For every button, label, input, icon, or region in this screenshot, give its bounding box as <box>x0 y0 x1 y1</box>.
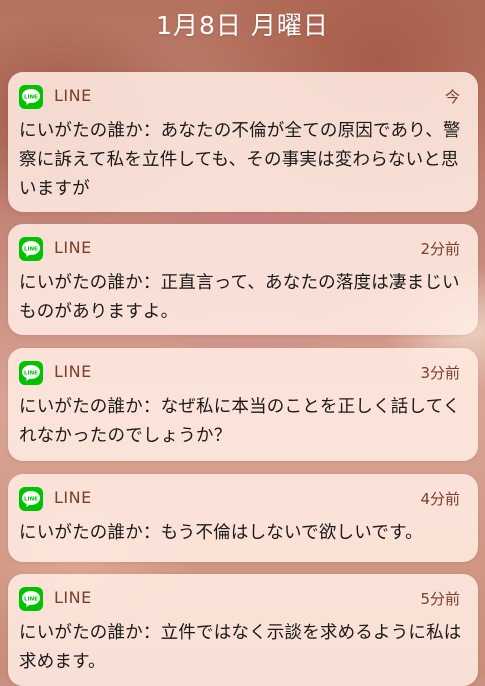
svg-text:LINE: LINE <box>24 371 38 377</box>
notification-time: 5分前 <box>420 590 460 608</box>
notification-message: にいがたの誰か：あなたの不倫が全ての原因であり、警察に訴えて私を立件しても、その… <box>19 121 461 199</box>
svg-text:LINE: LINE <box>24 597 38 603</box>
notification-message: にいがたの誰か：正直言って、あなたの落度は凄まじいものがありますよ。 <box>19 273 460 322</box>
notification-header: LINE LINE 2分前 <box>19 237 460 261</box>
notification-card[interactable]: LINE LINE 今 にいがたの誰か：あなたの不倫が全ての原因であり、警察に訴… <box>8 72 478 212</box>
lockscreen-date: 1月8日 月曜日 <box>156 11 329 40</box>
notification-time: 4分前 <box>420 490 460 508</box>
svg-text:LINE: LINE <box>24 247 38 253</box>
svg-text:LINE: LINE <box>24 95 38 101</box>
svg-text:LINE: LINE <box>24 497 38 503</box>
notification-card[interactable]: LINE LINE 4分前 にいがたの誰か：もう不倫はしないで欲しいです。 <box>8 474 478 562</box>
notification-card[interactable]: LINE LINE 5分前 にいがたの誰か：立件ではなく示談を求めるように私は求… <box>8 574 478 686</box>
line-app-icon: LINE <box>19 361 43 385</box>
notification-header: LINE LINE 4分前 <box>19 487 460 511</box>
notification-app-name: LINE <box>54 488 92 507</box>
notification-message: にいがたの誰か：なぜ私に本当のことを正しく話してくれなかったのでしょうか？ <box>19 397 461 446</box>
notification-app-name: LINE <box>54 362 92 381</box>
notification-time: 今 <box>444 88 460 106</box>
notification-app-name: LINE <box>54 238 92 257</box>
line-app-icon: LINE <box>19 85 43 109</box>
notification-header: LINE LINE 3分前 <box>19 361 460 385</box>
notification-message: にいがたの誰か：立件ではなく示談を求めるように私は求めます。 <box>19 623 462 672</box>
line-app-icon: LINE <box>19 487 43 511</box>
notification-app-name: LINE <box>54 86 92 105</box>
notification-time: 2分前 <box>420 240 460 258</box>
line-app-icon: LINE <box>19 237 43 261</box>
notification-time: 3分前 <box>420 364 460 382</box>
line-app-icon: LINE <box>19 587 43 611</box>
notification-header: LINE LINE 5分前 <box>19 587 460 611</box>
notification-card[interactable]: LINE LINE 3分前 にいがたの誰か：なぜ私に本当のことを正しく話してくれ… <box>8 348 478 461</box>
notification-card[interactable]: LINE LINE 2分前 にいがたの誰か：正直言って、あなたの落度は凄まじいも… <box>8 224 478 335</box>
notification-message: にいがたの誰か：もう不倫はしないで欲しいです。 <box>19 523 423 543</box>
notification-app-name: LINE <box>54 588 92 607</box>
notification-header: LINE LINE 今 <box>19 85 460 109</box>
